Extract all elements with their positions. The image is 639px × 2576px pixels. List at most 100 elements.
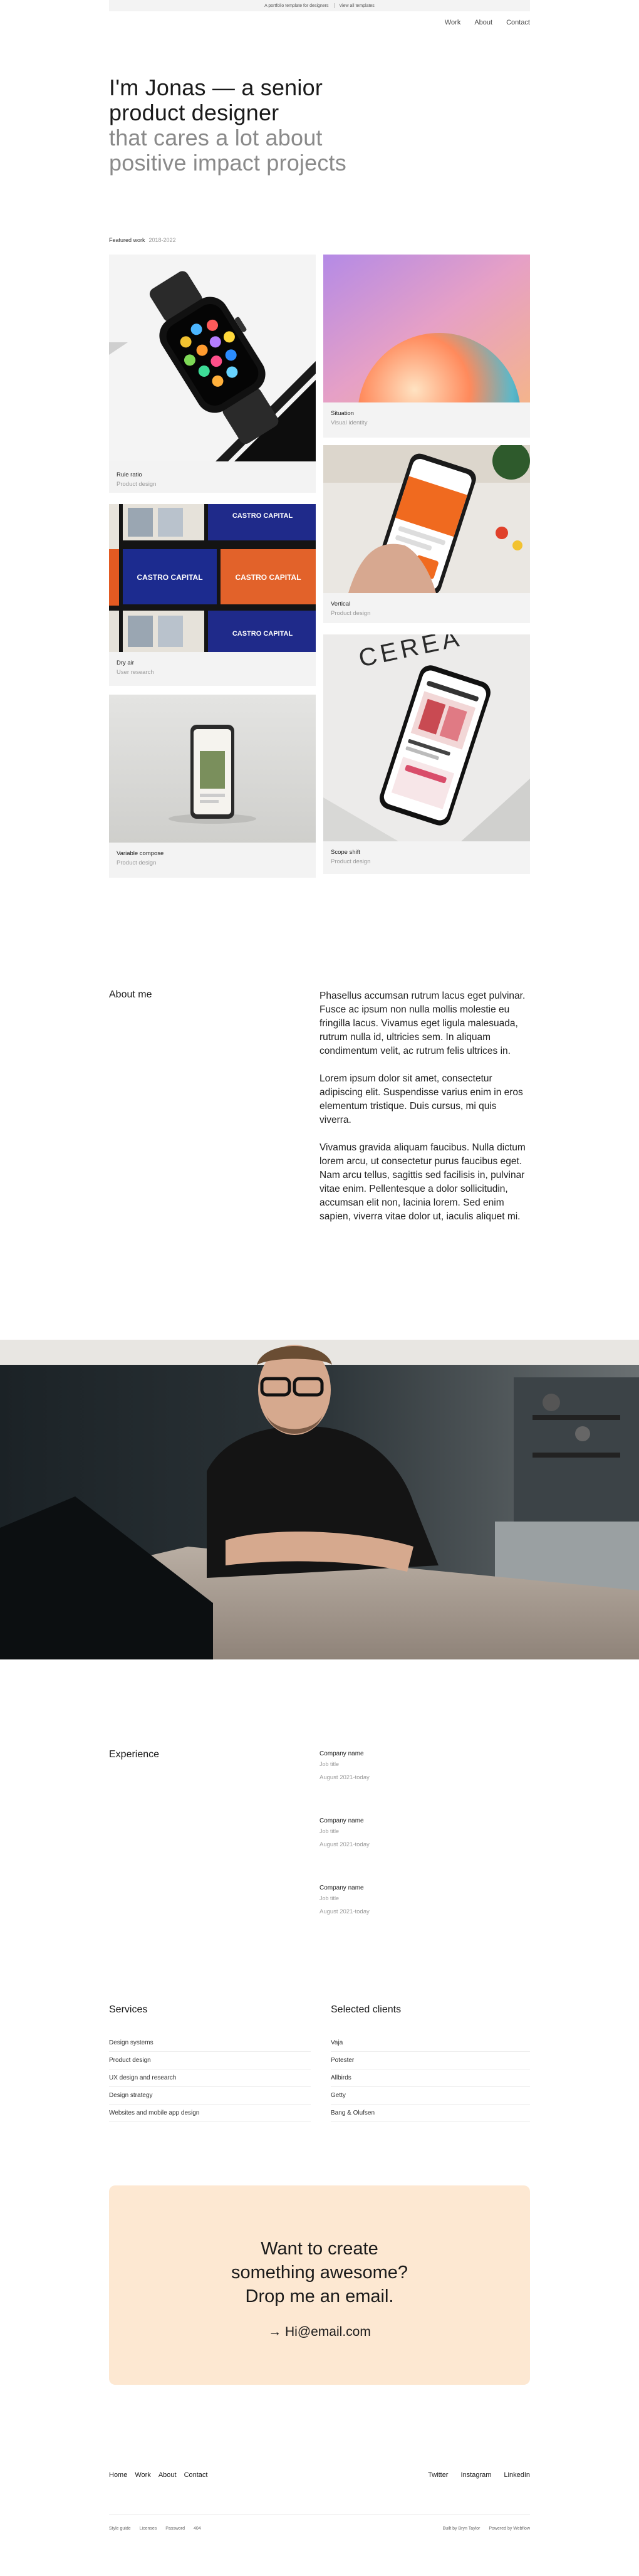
top-banner: A portfolio template for designers View …: [109, 0, 530, 11]
featured-years: 2018-2022: [148, 237, 176, 243]
project-subtitle: Product design: [331, 610, 371, 617]
divider: [333, 3, 335, 8]
watch-image: [109, 255, 316, 461]
project-card-variable-compose[interactable]: Variable compose Product design: [109, 695, 316, 878]
project-card-situation[interactable]: Situation Visual identity: [323, 255, 530, 438]
services-list: Design systems Product design UX design …: [109, 2034, 311, 2122]
service-item: Design systems: [109, 2034, 311, 2052]
footer-about-link[interactable]: About: [158, 2471, 177, 2479]
project-title: Situation: [331, 410, 354, 417]
experience-item: Company name Job title August 2021-today: [320, 1749, 530, 1816]
404-link[interactable]: 404: [194, 2526, 201, 2531]
hero-line-1: I'm Jonas — a senior: [109, 75, 323, 100]
nav-contact[interactable]: Contact: [506, 19, 530, 26]
contact-cta: Want to create something awesome? Drop m…: [109, 2185, 530, 2385]
footer-home-link[interactable]: Home: [109, 2471, 127, 2479]
about-text: Phasellus accumsan rutrum lacus eget pul…: [320, 989, 530, 1238]
project-caption: Rule ratio Product design: [117, 470, 156, 489]
linkedin-link[interactable]: LinkedIn: [504, 2471, 530, 2479]
phone-stand-image: [109, 695, 316, 843]
project-subtitle: User research: [117, 669, 154, 676]
cta-line: something awesome?: [231, 2263, 408, 2283]
cta-line: Drop me an email.: [245, 2286, 394, 2306]
hero-line-4: positive impact projects: [109, 150, 346, 176]
castro-text: CASTRO CAPITAL: [232, 630, 293, 638]
portrait-photo: [0, 1340, 639, 1659]
project-subtitle: Visual identity: [331, 419, 368, 426]
experience-title: Experience: [109, 1749, 160, 1760]
company-name: Company name: [320, 1885, 364, 1891]
project-subtitle: Product design: [117, 860, 157, 866]
footer-contact-link[interactable]: Contact: [184, 2471, 208, 2479]
footer-social: Twitter Instagram LinkedIn: [428, 2471, 530, 2479]
castro-text: CASTRO CAPITAL: [232, 512, 293, 520]
client-item: Vaja: [331, 2034, 530, 2052]
style-guide-link[interactable]: Style guide: [109, 2526, 131, 2531]
sphere-image: [323, 255, 530, 402]
footer-divider: [109, 2514, 530, 2515]
project-card-dry-air[interactable]: CASTRO CAPITAL CASTRO CAPITAL CASTRO CAP…: [109, 504, 316, 686]
cta-heading: Want to create something awesome? Drop m…: [109, 2237, 530, 2308]
service-item: Websites and mobile app design: [109, 2105, 311, 2122]
client-item: Bang & Olufsen: [331, 2105, 530, 2122]
hero-line-2: product designer: [109, 100, 279, 125]
job-dates: August 2021-today: [320, 1908, 370, 1915]
password-link[interactable]: Password: [165, 2526, 185, 2531]
phone-hand-image: [323, 445, 530, 593]
project-card-vertical[interactable]: Vertical Product design: [323, 445, 530, 623]
about-paragraph: Vivamus gravida aliquam faucibus. Nulla …: [320, 1142, 526, 1222]
experience-item: Company name Job title August 2021-today: [320, 1883, 530, 1950]
instagram-link[interactable]: Instagram: [460, 2471, 491, 2479]
castro-capital-image: CASTRO CAPITAL CASTRO CAPITAL CASTRO CAP…: [109, 504, 316, 652]
project-caption: Scope shift Product design: [331, 848, 370, 866]
nav-about[interactable]: About: [474, 19, 492, 26]
experience-list: Company name Job title August 2021-today…: [320, 1749, 530, 1950]
view-templates-link[interactable]: View all templates: [340, 4, 375, 8]
project-title: Rule ratio: [117, 471, 142, 478]
main-nav: Work About Contact: [445, 19, 530, 26]
project-title: Dry air: [117, 660, 134, 666]
hero-heading: I'm Jonas — a senior product designer th…: [109, 75, 397, 176]
experience-item: Company name Job title August 2021-today: [320, 1816, 530, 1883]
built-by-credit[interactable]: Built by Bryn Taylor: [443, 2526, 481, 2531]
footer-nav: Home Work About Contact: [109, 2471, 207, 2479]
castro-text: CASTRO CAPITAL: [235, 573, 301, 582]
client-item: Potester: [331, 2052, 530, 2069]
project-subtitle: Product design: [117, 481, 157, 488]
email-link[interactable]: → Hi@email.com: [109, 2325, 530, 2340]
cta-line: Want to create: [261, 2239, 378, 2259]
project-title: Scope shift: [331, 849, 360, 856]
footer-credits: Built by Bryn Taylor Powered by Webflow: [443, 2526, 530, 2531]
service-item: UX design and research: [109, 2069, 311, 2087]
castro-text: CASTRO CAPITAL: [137, 573, 202, 582]
cerea-phone-image: CEREA: [323, 634, 530, 841]
company-name: Company name: [320, 1817, 364, 1824]
job-title: Job title: [320, 1895, 340, 1901]
nav-work[interactable]: Work: [445, 19, 460, 26]
project-subtitle: Product design: [331, 858, 371, 865]
footer-utility: Style guide Licenses Password 404: [109, 2526, 201, 2531]
job-title: Job title: [320, 1761, 340, 1767]
project-card-rule-ratio[interactable]: Rule ratio Product design: [109, 255, 316, 493]
template-note: A portfolio template for designers: [264, 3, 329, 8]
services-title: Services: [109, 2004, 148, 2015]
footer-work-link[interactable]: Work: [135, 2471, 150, 2479]
project-card-scope-shift[interactable]: CEREA Scope shift Product design: [323, 634, 530, 874]
about-paragraph: Phasellus accumsan rutrum lacus eget pul…: [320, 991, 526, 1056]
hero-line-3: that cares a lot about: [109, 125, 323, 150]
twitter-link[interactable]: Twitter: [428, 2471, 448, 2479]
licenses-link[interactable]: Licenses: [140, 2526, 157, 2531]
job-title: Job title: [320, 1828, 340, 1834]
featured-work-label: Featured work 2018-2022: [109, 237, 176, 243]
job-dates: August 2021-today: [320, 1774, 370, 1781]
about-title: About me: [109, 989, 152, 1000]
clients-title: Selected clients: [331, 2004, 402, 2015]
project-caption: Situation Visual identity: [331, 409, 367, 428]
client-item: Allbirds: [331, 2069, 530, 2087]
project-caption: Vertical Product design: [331, 599, 370, 618]
client-item: Getty: [331, 2087, 530, 2105]
powered-by-credit[interactable]: Powered by Webflow: [489, 2526, 530, 2531]
job-dates: August 2021-today: [320, 1841, 370, 1848]
about-paragraph: Lorem ipsum dolor sit amet, consectetur …: [320, 1073, 523, 1125]
service-item: Product design: [109, 2052, 311, 2069]
